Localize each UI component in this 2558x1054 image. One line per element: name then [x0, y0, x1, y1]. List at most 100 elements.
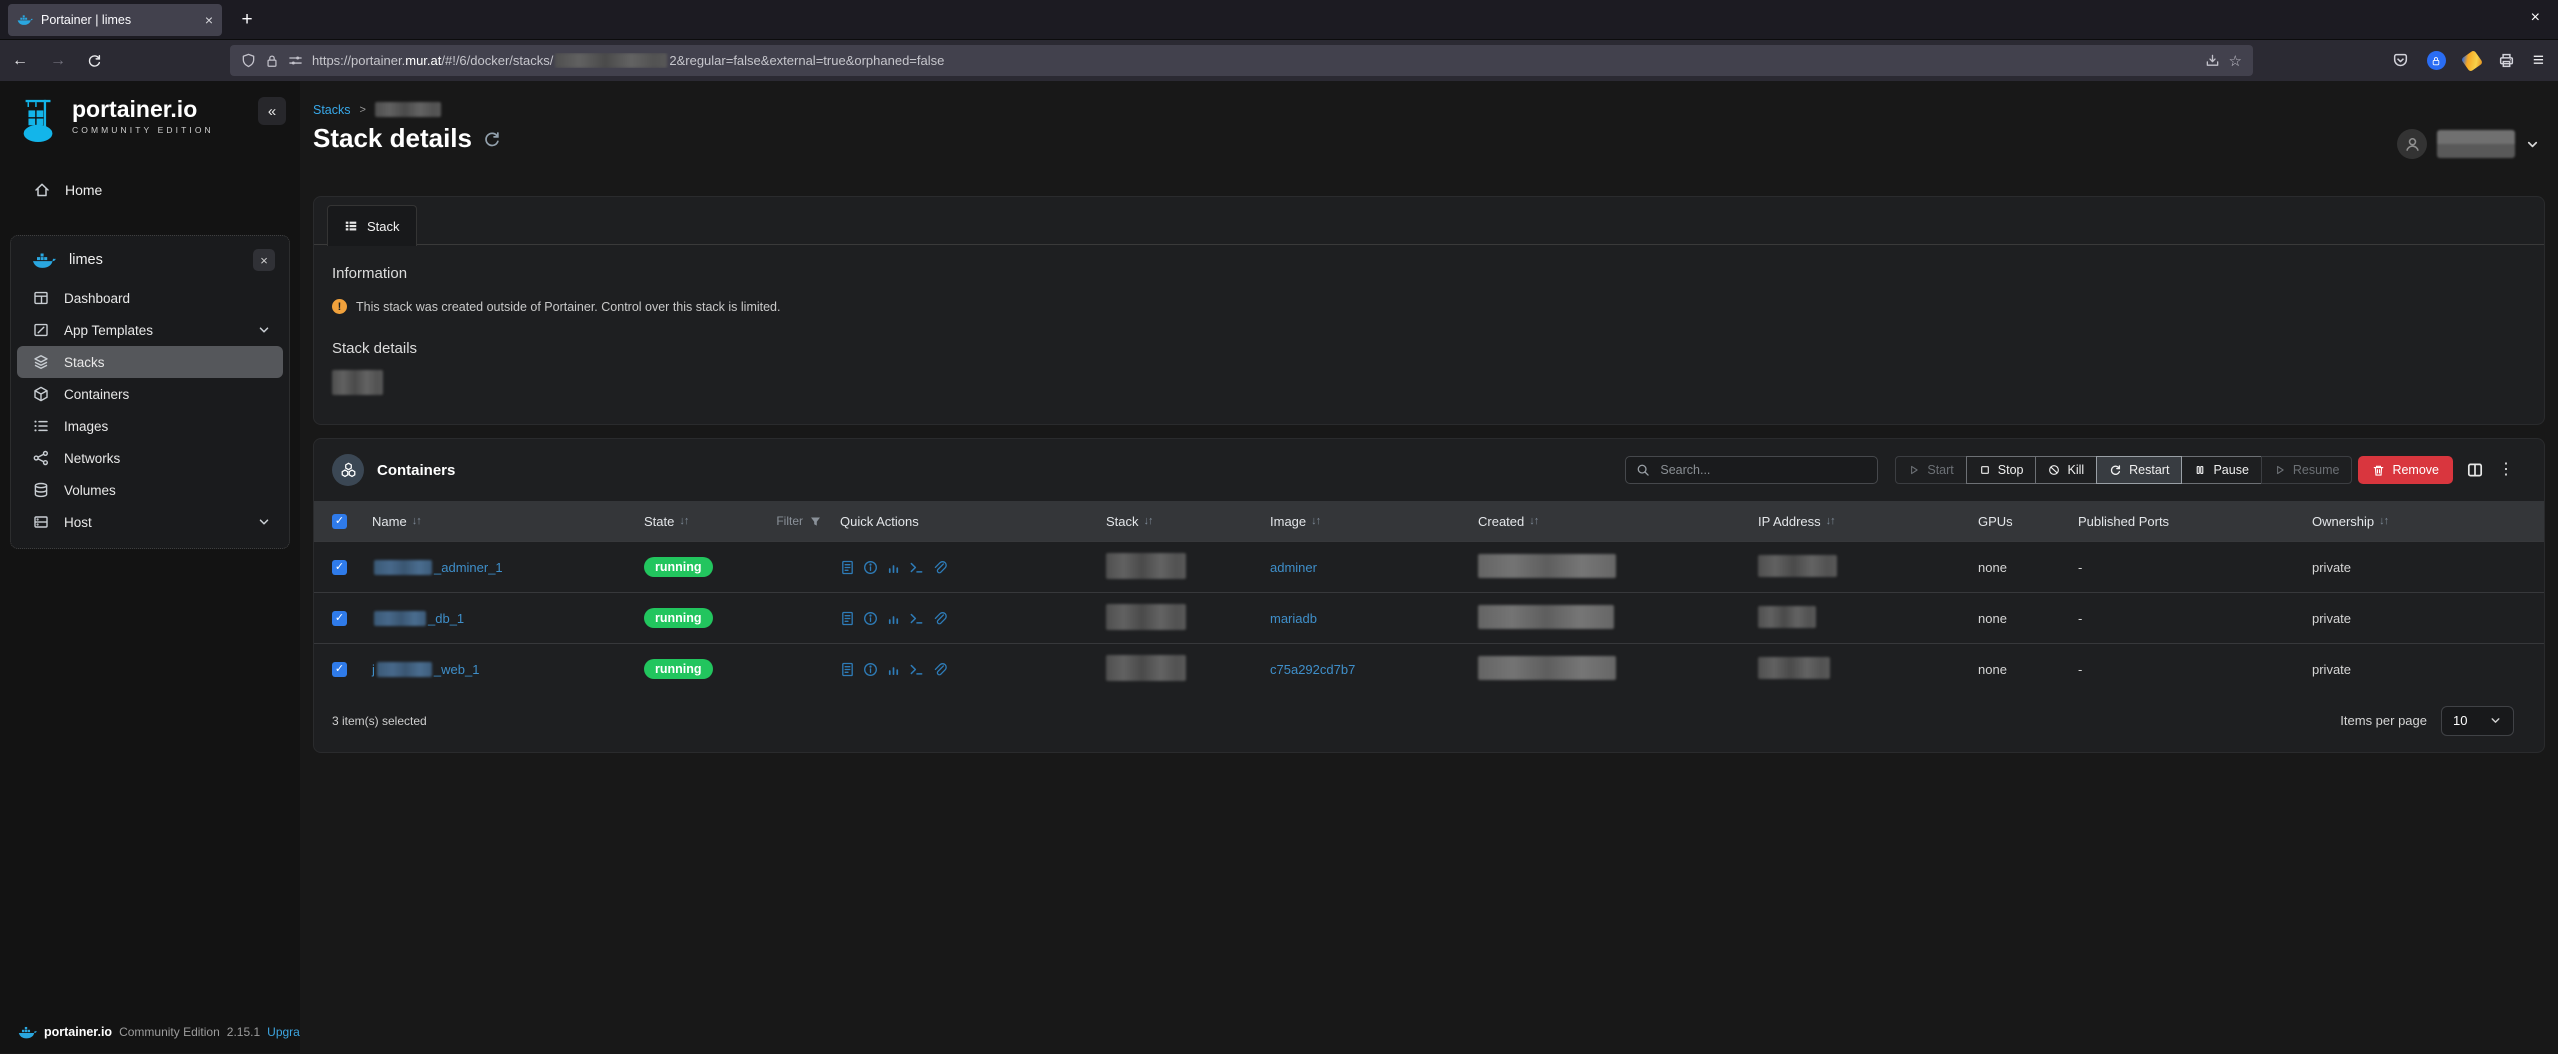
columns-toggle-icon[interactable]	[2466, 461, 2484, 479]
quick-actions	[840, 560, 1106, 575]
state-filter[interactable]: Filter	[776, 514, 840, 528]
image-link[interactable]: mariadb	[1270, 611, 1317, 626]
footer-edition: Community Edition	[119, 1025, 220, 1039]
sidebar-item-dashboard[interactable]: Dashboard	[17, 282, 283, 314]
inspect-icon[interactable]	[863, 611, 878, 626]
tab-close-icon[interactable]: ×	[205, 13, 213, 27]
name-redacted	[377, 662, 432, 677]
column-header-state[interactable]: State↓↑ Filter	[644, 514, 840, 529]
bookmark-star-icon[interactable]: ☆	[2229, 52, 2242, 70]
stop-button[interactable]: Stop	[1966, 456, 2037, 484]
container-name-link[interactable]: _adminer_1	[434, 560, 503, 575]
stats-icon[interactable]	[886, 611, 901, 626]
warning-text: This stack was created outside of Portai…	[356, 300, 780, 314]
back-button[interactable]: ←	[8, 49, 32, 73]
console-icon[interactable]	[909, 611, 924, 626]
stats-icon[interactable]	[886, 662, 901, 677]
window-close-icon[interactable]: ×	[2531, 9, 2540, 27]
row-checkbox[interactable]: ✓	[332, 560, 347, 575]
chevron-down-icon	[257, 515, 271, 529]
ban-icon	[2048, 464, 2060, 476]
stats-icon[interactable]	[886, 560, 901, 575]
container-name-link[interactable]: _web_1	[434, 662, 480, 677]
container-name-link[interactable]: j	[372, 662, 375, 677]
menu-icon[interactable]: ≡	[2533, 50, 2544, 72]
sidebar-collapse-button[interactable]: «	[258, 97, 286, 125]
remove-button[interactable]: Remove	[2358, 456, 2453, 484]
table-row: ✓ _adminer_1 running adminer none - priv…	[314, 541, 2544, 592]
url-text[interactable]: https://portainer.mur.at/#!/6/docker/sta…	[312, 53, 2196, 68]
sidebar-item-stacks[interactable]: Stacks	[17, 346, 283, 378]
ownership-value: private	[2312, 662, 2544, 677]
url-bar[interactable]: https://portainer.mur.at/#!/6/docker/sta…	[230, 45, 2253, 76]
logs-icon[interactable]	[840, 662, 855, 677]
logo-title: portainer.io	[72, 97, 214, 122]
image-link[interactable]: c75a292cd7b7	[1270, 662, 1355, 677]
select-all-checkbox[interactable]: ✓	[332, 514, 347, 529]
quick-actions	[840, 662, 1106, 677]
printer-icon[interactable]	[2498, 52, 2515, 69]
sidebar-item-home[interactable]: Home	[0, 173, 300, 207]
start-button[interactable]: Start	[1895, 456, 1966, 484]
password-extension-icon[interactable]	[2427, 51, 2446, 70]
new-tab-button[interactable]: +	[234, 7, 260, 33]
column-header-ownership[interactable]: Ownership↓↑	[2312, 514, 2544, 529]
url-prefix: https://portainer.	[312, 53, 405, 68]
extension-icon[interactable]	[2461, 49, 2483, 71]
tab-stack[interactable]: Stack	[327, 205, 417, 246]
containers-search[interactable]	[1625, 456, 1878, 484]
pause-button[interactable]: Pause	[2181, 456, 2261, 484]
lock-icon[interactable]	[265, 54, 279, 68]
column-header-created[interactable]: Created↓↑	[1478, 514, 1758, 529]
console-icon[interactable]	[909, 662, 924, 677]
row-checkbox[interactable]: ✓	[332, 611, 347, 626]
logs-icon[interactable]	[840, 560, 855, 575]
container-name-link[interactable]: _db_1	[428, 611, 464, 626]
kebab-menu-icon[interactable]: ⋮	[2498, 462, 2514, 478]
refresh-icon[interactable]	[483, 131, 501, 149]
container-actions: Start Stop Kill Restart	[1895, 456, 2352, 484]
row-checkbox[interactable]: ✓	[332, 662, 347, 677]
attach-icon[interactable]	[932, 662, 947, 677]
sidebar: portainer.io COMMUNITY EDITION « Home li…	[0, 81, 300, 1053]
inspect-icon[interactable]	[863, 662, 878, 677]
resume-button[interactable]: Resume	[2261, 456, 2353, 484]
home-label: Home	[65, 182, 102, 198]
environment-close-icon[interactable]: ×	[253, 249, 275, 271]
environment-header[interactable]: limes ×	[17, 244, 283, 282]
column-header-ip[interactable]: IP Address↓↑	[1758, 514, 1978, 529]
name-redacted	[374, 611, 426, 626]
sidebar-item-host[interactable]: Host	[17, 506, 283, 538]
column-header-image[interactable]: Image↓↑	[1270, 514, 1478, 529]
column-header-stack[interactable]: Stack↓↑	[1106, 514, 1270, 529]
sidebar-item-app-templates[interactable]: App Templates	[17, 314, 283, 346]
search-input[interactable]	[1658, 462, 1867, 478]
console-icon[interactable]	[909, 560, 924, 575]
browser-tab[interactable]: Portainer | limes ×	[8, 4, 222, 36]
sidebar-item-containers[interactable]: Containers	[17, 378, 283, 410]
sidebar-item-networks[interactable]: Networks	[17, 442, 283, 474]
attach-icon[interactable]	[932, 611, 947, 626]
column-header-name[interactable]: Name↓↑	[372, 514, 644, 529]
item-label: Images	[64, 419, 108, 434]
restart-button[interactable]: Restart	[2096, 456, 2182, 484]
ports-value: -	[2078, 560, 2312, 575]
tracking-shield-icon[interactable]	[241, 53, 256, 68]
save-page-icon[interactable]	[2205, 53, 2220, 68]
user-menu[interactable]	[2397, 129, 2540, 159]
pocket-icon[interactable]	[2392, 52, 2409, 69]
attach-icon[interactable]	[932, 560, 947, 575]
breadcrumb-stacks-link[interactable]: Stacks	[313, 103, 351, 117]
items-per-page-select[interactable]: 10	[2441, 706, 2514, 736]
logs-icon[interactable]	[840, 611, 855, 626]
forward-button[interactable]: →	[46, 49, 70, 73]
sidebar-item-images[interactable]: Images	[17, 410, 283, 442]
image-link[interactable]: adminer	[1270, 560, 1317, 575]
site-settings-icon[interactable]	[288, 53, 303, 68]
inspect-icon[interactable]	[863, 560, 878, 575]
reload-button[interactable]	[82, 49, 106, 73]
footer-version: 2.15.1	[227, 1025, 260, 1039]
containers-panel-title: Containers	[377, 462, 455, 479]
kill-button[interactable]: Kill	[2035, 456, 2097, 484]
sidebar-item-volumes[interactable]: Volumes	[17, 474, 283, 506]
